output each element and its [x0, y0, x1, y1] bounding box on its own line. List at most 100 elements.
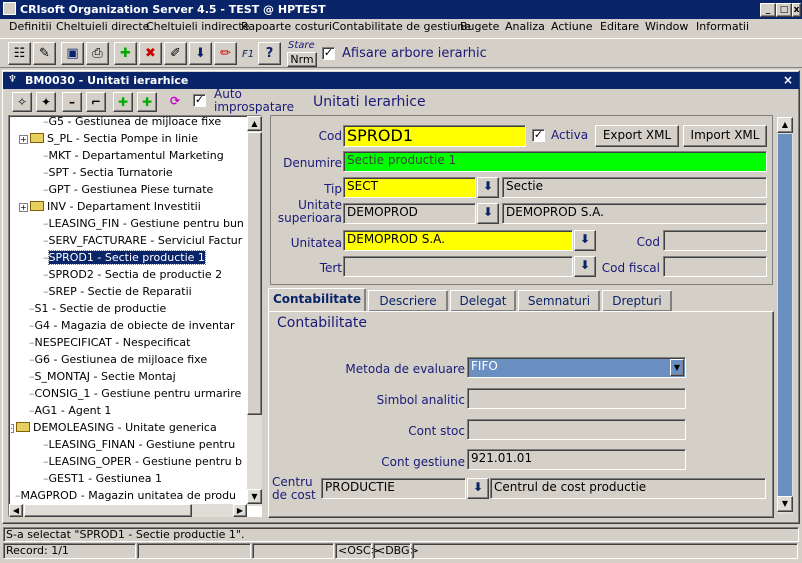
- tab-semnaturi[interactable]: Semnaturi: [518, 290, 600, 312]
- delete-icon[interactable]: ✖: [139, 42, 162, 65]
- menu-contabilitate-gestiune[interactable]: Contabilitate de gestiune: [332, 20, 471, 33]
- tree-node[interactable]: –LEASING_FIN - Gestiune pentru bun: [43, 216, 244, 232]
- tree-node[interactable]: –S1 - Sectie de productie: [29, 301, 166, 317]
- scroll-right-arrow[interactable]: ▶: [233, 504, 247, 517]
- unitate-superioara-input[interactable]: DEMOPROD: [343, 203, 476, 224]
- form-vertical-scrollbar[interactable]: ▲ ▼: [777, 117, 793, 514]
- menu-cheltuieli-directe[interactable]: Cheltuieli directe: [56, 20, 149, 33]
- centru-cost-lookup-button[interactable]: ⬇: [467, 478, 489, 499]
- help-icon[interactable]: ?: [258, 42, 281, 65]
- tree-node[interactable]: –G6 - Gestiunea de mijloace fixe: [29, 352, 207, 368]
- menu-bugete[interactable]: Bugete: [460, 20, 499, 33]
- menu-rapoarte-costuri[interactable]: Rapoarte costuri: [241, 20, 332, 33]
- hierarchy-icon[interactable]: ☷: [8, 42, 31, 65]
- tree-node[interactable]: –LEASING_OPER - Gestiune pentru b: [43, 454, 242, 470]
- form-scroll-up-arrow[interactable]: ▲: [777, 117, 793, 133]
- activa-checkbox[interactable]: ✓: [532, 129, 545, 142]
- expand-toggle-icon[interactable]: +: [19, 203, 28, 212]
- tree-node[interactable]: –LEASING_FINAN - Gestiune pentru: [43, 437, 235, 453]
- tree-node[interactable]: –CONSIG_1 - Gestiune pentru urmarire: [29, 386, 241, 402]
- add-icon[interactable]: ✚: [114, 42, 137, 65]
- export-xml-button[interactable]: Export XML: [595, 125, 679, 147]
- tree-node[interactable]: –S_MONTAJ - Sectie Montaj: [29, 369, 176, 385]
- cod-input[interactable]: SPROD1: [343, 125, 526, 147]
- cont-gestiune-input[interactable]: 921.01.01: [467, 449, 686, 470]
- scroll-up-arrow[interactable]: ▲: [247, 116, 262, 131]
- add-sibling-icon[interactable]: ✚: [137, 92, 157, 112]
- tab-delegat[interactable]: Delegat: [450, 290, 516, 312]
- scroll-down-arrow[interactable]: ▼: [247, 489, 262, 504]
- expand-all-icon[interactable]: ✦: [36, 92, 56, 112]
- tert-input[interactable]: [343, 256, 573, 277]
- tree-horizontal-scrollbar[interactable]: ◀ ▶: [9, 504, 247, 517]
- tree-node[interactable]: –NESPECIFICAT - Nespecificat: [29, 335, 190, 351]
- tab-descriere[interactable]: Descriere: [368, 290, 448, 312]
- tree-node[interactable]: –MAGPROD - Magazin unitatea de produ: [15, 488, 236, 504]
- unitatea-lookup-button[interactable]: ⬇: [574, 230, 596, 251]
- tab-contabilitate[interactable]: Contabilitate: [268, 288, 366, 312]
- collapse-all-icon[interactable]: ⌐: [86, 92, 106, 112]
- pencil-icon[interactable]: ✏: [214, 42, 237, 65]
- tree-node[interactable]: –SPROD2 - Sectia de productie 2: [43, 267, 222, 283]
- menu-window[interactable]: Window: [645, 20, 688, 33]
- auto-refresh-checkbox[interactable]: ✓: [193, 94, 206, 107]
- denumire-input[interactable]: Sectie productie 1: [343, 151, 767, 172]
- menu-cheltuieli-indirecte[interactable]: Cheltuieli indirecte: [146, 20, 249, 33]
- expand-toggle-icon[interactable]: +: [11, 424, 14, 433]
- menu-informatii[interactable]: Informatii: [696, 20, 749, 33]
- tree-node[interactable]: + INV - Departament Investitii: [19, 199, 201, 215]
- tree-node[interactable]: –SREP - Sectie de Reparatii: [43, 284, 192, 300]
- scroll-thumb[interactable]: [247, 132, 262, 415]
- add-child-icon[interactable]: ✚: [113, 92, 133, 112]
- refresh-icon[interactable]: ⟳: [165, 92, 185, 112]
- simbol-analitic-input[interactable]: [467, 388, 686, 409]
- centru-cost-input[interactable]: PRODUCTIE: [321, 478, 466, 499]
- tip-code-input[interactable]: SECT: [343, 177, 476, 198]
- tree-vertical-scrollbar[interactable]: ▲ ▼: [247, 116, 262, 506]
- menu-definitii[interactable]: Definitii: [9, 20, 52, 33]
- eraser-icon[interactable]: ✐: [164, 42, 187, 65]
- close-button[interactable]: x: [792, 3, 801, 17]
- scroll-left-arrow[interactable]: ◀: [9, 504, 23, 517]
- chevron-down-icon[interactable]: ▼: [670, 359, 684, 376]
- tert-lookup-button[interactable]: ⬇: [574, 256, 596, 277]
- tree-node[interactable]: –SPT - Sectia Turnatorie: [43, 165, 173, 181]
- tree-node[interactable]: –SPROD1 - Sectie productie 1: [43, 250, 206, 266]
- save-icon[interactable]: ▣: [61, 42, 84, 65]
- tree-node[interactable]: –GPT - Gestiunea Piese turnate: [43, 182, 213, 198]
- form-scroll-down-arrow[interactable]: ▼: [777, 496, 793, 512]
- afisare-arbore-checkbox[interactable]: ✓: [322, 47, 335, 60]
- cont-stoc-input[interactable]: [467, 419, 686, 440]
- h-scroll-thumb[interactable]: [24, 504, 192, 517]
- tree-node[interactable]: –GEST1 - Gestiunea 1: [43, 471, 162, 487]
- tree-node[interactable]: + DEMOLEASING - Unitate generica: [11, 420, 217, 436]
- tree-node[interactable]: –MKT - Departamentul Marketing: [43, 148, 224, 164]
- tree-node[interactable]: –G5 - Gestiunea de mijloace fixe: [43, 116, 221, 130]
- menu-editare[interactable]: Editare: [600, 20, 639, 33]
- tree-node[interactable]: –SERV_FACTURARE - Serviciul Factur: [43, 233, 242, 249]
- tip-lookup-button[interactable]: ⬇: [477, 177, 499, 198]
- unitatea-input[interactable]: DEMOPROD S.A.: [343, 230, 573, 251]
- cod2-input[interactable]: [663, 230, 767, 251]
- unitate-superioara-lookup-button[interactable]: ⬇: [477, 203, 499, 224]
- hierarchy-tree[interactable]: –G5 - Gestiunea de mijloace fixe + S_PL - …: [8, 115, 262, 517]
- expand-toggle-icon[interactable]: +: [19, 135, 28, 144]
- collapse-node-icon[interactable]: –: [62, 92, 82, 112]
- tree-node[interactable]: –G4 - Magazia de obiecte de inventar: [29, 318, 235, 334]
- download-icon[interactable]: ⬇: [189, 42, 212, 65]
- menu-actiune[interactable]: Actiune: [551, 20, 592, 33]
- print-preview-icon[interactable]: ⎙: [86, 42, 109, 65]
- maximize-button[interactable]: □: [776, 3, 792, 17]
- tree-node[interactable]: –AG1 - Agent 1: [29, 403, 111, 419]
- edit-tools-icon[interactable]: ✎: [33, 42, 56, 65]
- menu-analiza[interactable]: Analiza: [505, 20, 545, 33]
- tree-node-label: G4 - Magazia de obiecte de inventar: [34, 319, 235, 332]
- metoda-evaluare-select[interactable]: FIFO: [467, 357, 686, 378]
- minimize-button[interactable]: _: [760, 3, 776, 17]
- tree-node[interactable]: + S_PL - Sectia Pompe in linie: [19, 131, 198, 147]
- child-close-button[interactable]: ×: [783, 73, 793, 87]
- import-xml-button[interactable]: Import XML: [683, 125, 767, 147]
- cod-fiscal-input[interactable]: [663, 256, 767, 277]
- expand-node-icon[interactable]: ✧: [12, 92, 32, 112]
- tab-drepturi[interactable]: Drepturi: [602, 290, 672, 312]
